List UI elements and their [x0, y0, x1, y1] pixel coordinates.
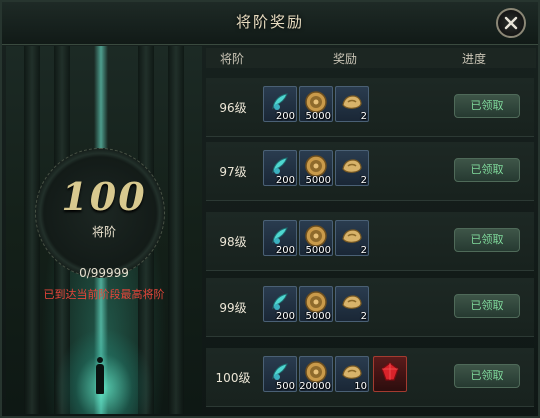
reward-quantity: 20000 — [299, 381, 331, 392]
row-level: 100级 — [215, 371, 251, 385]
reward-item[interactable]: 200 — [263, 86, 297, 122]
claimed-button[interactable]: 已领取 — [454, 228, 520, 252]
red-gem-icon — [381, 362, 399, 381]
close-icon — [504, 16, 518, 30]
reward-item[interactable]: 200 — [263, 220, 297, 256]
reward-quantity: 200 — [275, 111, 295, 122]
reward-item[interactable]: 200 — [263, 286, 297, 322]
reward-row: 96级 200 5000 2 已领取 — [206, 78, 534, 137]
reward-row: 97级 200 5000 2 已领取 — [206, 142, 534, 201]
claimed-button[interactable]: 已领取 — [454, 364, 520, 388]
claimed-button[interactable]: 已领取 — [454, 94, 520, 118]
portal-glow — [54, 328, 154, 414]
reward-quantity: 2 — [360, 175, 367, 186]
header-rewards: 奖励 — [333, 52, 358, 66]
title-bar: 将阶奖励 — [2, 2, 538, 45]
row-level: 97级 — [219, 165, 247, 179]
reward-quantity: 200 — [275, 245, 295, 256]
reward-item[interactable]: 20000 — [299, 356, 333, 392]
reward-quantity: 2 — [360, 311, 367, 322]
reward-item[interactable]: 2 — [335, 150, 369, 186]
reward-quantity: 5000 — [305, 311, 331, 322]
header-progress: 进度 — [462, 52, 487, 66]
reward-quantity: 2 — [360, 245, 367, 256]
reward-quantity: 2 — [360, 111, 367, 122]
close-button[interactable] — [496, 8, 526, 38]
reward-item[interactable]: 5000 — [299, 220, 333, 256]
reward-row: 98级 200 5000 2 已领取 — [206, 212, 534, 271]
claimed-button[interactable]: 已领取 — [454, 158, 520, 182]
row-level: 98级 — [219, 235, 247, 249]
reward-quantity: 200 — [275, 175, 295, 186]
window-title: 将阶奖励 — [235, 13, 304, 31]
reward-quantity: 500 — [275, 381, 295, 392]
rank-label: 将阶 — [91, 225, 116, 239]
reward-row: 100级 500 20000 10 已领取 — [206, 348, 534, 407]
reward-item[interactable]: 200 — [263, 150, 297, 186]
row-level: 96级 — [219, 101, 247, 115]
reward-item[interactable]: 500 — [263, 356, 297, 392]
reward-quantity: 200 — [275, 311, 295, 322]
rank-display-panel: 100 将阶 0/99999 已到达当前阶段最高将阶 — [6, 46, 202, 414]
reward-quantity: 5000 — [305, 111, 331, 122]
table-header: 将阶 奖励 进度 — [206, 48, 536, 68]
reward-item[interactable]: 2 — [335, 220, 369, 256]
reward-row: 99级 200 5000 2 已领取 — [206, 278, 534, 337]
reward-item[interactable]: 10 — [335, 356, 369, 392]
reward-quantity: 10 — [354, 381, 367, 392]
character-silhouette — [96, 357, 104, 394]
reward-item[interactable]: 5000 — [299, 86, 333, 122]
reward-quantity: 5000 — [305, 175, 331, 186]
claimed-button[interactable]: 已领取 — [454, 294, 520, 318]
reward-item[interactable]: 2 — [335, 86, 369, 122]
reward-item[interactable]: 5000 — [299, 286, 333, 322]
row-level: 99级 — [219, 301, 247, 315]
rank-number: 100 — [61, 174, 147, 219]
reward-item[interactable]: 2 — [335, 286, 369, 322]
reward-item[interactable]: 5000 — [299, 150, 333, 186]
rank-progress: 0/99999 — [79, 266, 129, 280]
max-rank-message: 已到达当前阶段最高将阶 — [43, 288, 165, 301]
reward-item[interactable] — [373, 356, 407, 392]
rank-rewards-window: 将阶奖励 100 将阶 0/99999 已到达当前阶段最高将阶 将阶 奖励 进度… — [0, 0, 540, 418]
reward-quantity: 5000 — [305, 245, 331, 256]
header-level: 将阶 — [220, 52, 245, 66]
